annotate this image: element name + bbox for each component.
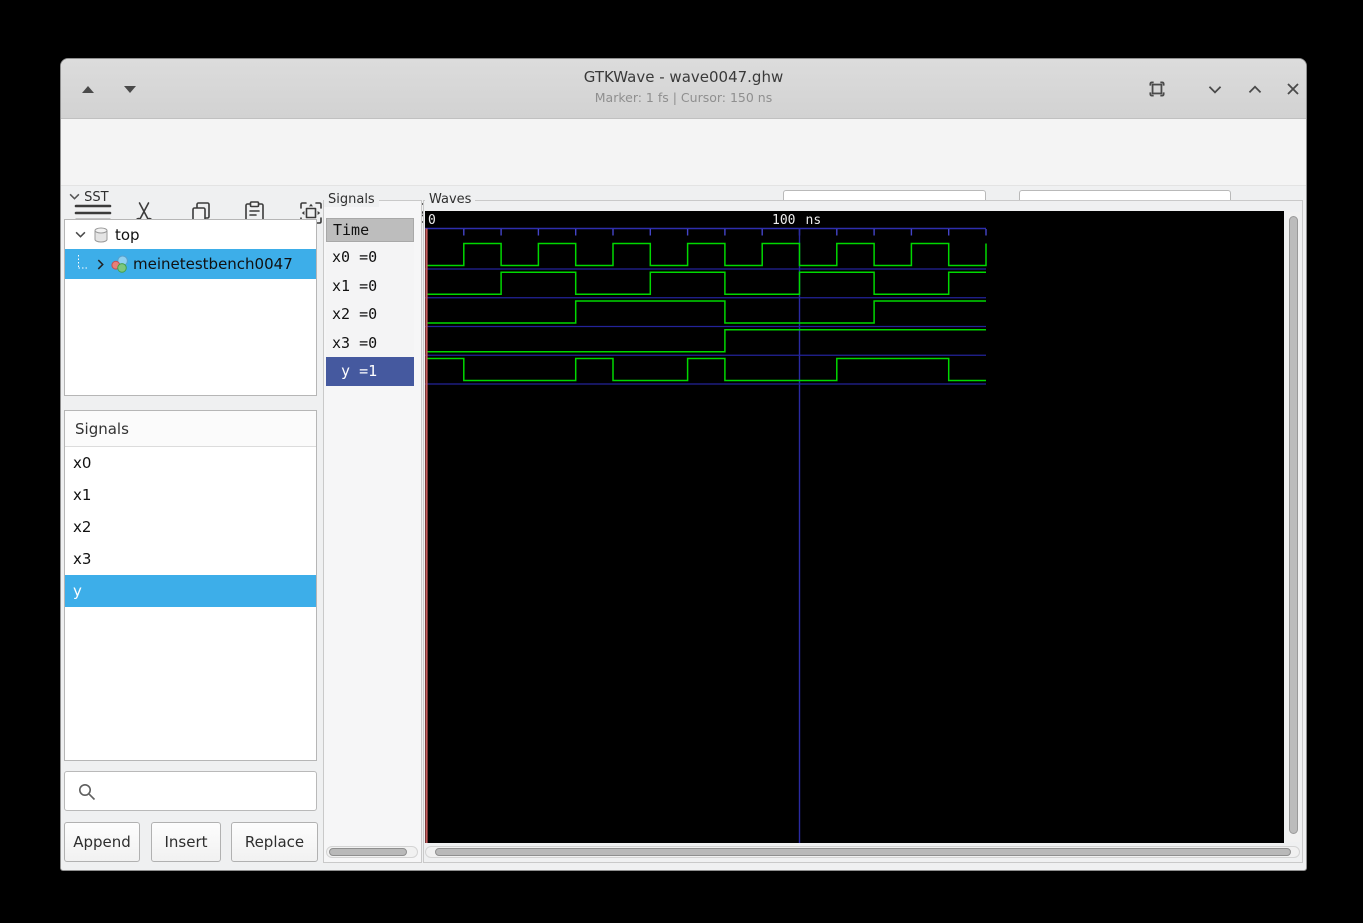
tree-item-label: top	[115, 225, 140, 244]
facility-list-header[interactable]: Signals	[65, 411, 316, 447]
list-item[interactable]: x1	[65, 479, 316, 511]
insert-button[interactable]: Insert	[151, 822, 221, 862]
expander-down-icon[interactable]	[75, 230, 86, 239]
tree-connector	[78, 255, 88, 269]
keep-above-button[interactable]	[1147, 79, 1167, 99]
gtkwave-window: GTKWave - wave0047.ghw Marker: 1 fs | Cu…	[60, 58, 1307, 871]
search-input[interactable]	[99, 773, 309, 809]
list-item[interactable]: x0	[65, 447, 316, 479]
minimize-button[interactable]	[1205, 79, 1225, 99]
signal-row-x3[interactable]: x3 =0	[326, 328, 414, 357]
timeline-label-100: 100	[772, 213, 795, 228]
wave-trace-x2	[426, 300, 986, 324]
database-icon	[94, 227, 108, 242]
sst-header[interactable]: SST	[65, 190, 113, 205]
wave-trace-y	[426, 357, 986, 382]
wave-trace-x0	[426, 242, 987, 267]
signals-hscrollbar[interactable]	[326, 846, 418, 858]
waves-frame-label: Waves	[425, 192, 476, 207]
tree-item-label: meinetestbench0047	[133, 255, 293, 273]
signals-hscroll-thumb[interactable]	[329, 848, 407, 856]
signal-facility-list: Signals x0 x1 x2 x3 y	[64, 410, 317, 761]
list-item[interactable]: x2	[65, 511, 316, 543]
titlebar[interactable]: GTKWave - wave0047.ghw Marker: 1 fs | Cu…	[61, 59, 1306, 119]
wave-canvas[interactable]: 0 100 ns	[425, 211, 1284, 843]
append-button[interactable]: Append	[64, 822, 140, 862]
time-column-header[interactable]: Time	[326, 218, 414, 242]
signal-row-y-selected[interactable]: y =1	[326, 357, 414, 386]
tree-item-testbench[interactable]: meinetestbench0047	[65, 249, 316, 279]
maximize-button[interactable]	[1245, 79, 1265, 99]
list-item-selected[interactable]: y	[65, 575, 316, 607]
sst-tree: top meinetestbench0047	[64, 219, 317, 396]
waves-hscroll-thumb[interactable]	[435, 848, 1291, 856]
timeline-label-0: 0	[428, 213, 436, 228]
module-icon	[111, 255, 128, 273]
list-item[interactable]: x3	[65, 543, 316, 575]
replace-button[interactable]: Replace	[231, 822, 318, 862]
window-title: GTKWave - wave0047.ghw	[583, 68, 784, 86]
wave-trace-x3	[426, 329, 986, 353]
signal-search[interactable]	[64, 771, 317, 811]
signal-row-x1[interactable]: x1 =0	[326, 271, 414, 300]
timeline-unit: ns	[806, 213, 822, 228]
close-button[interactable]	[1283, 79, 1303, 99]
signal-row-x2[interactable]: x2 =0	[326, 300, 414, 329]
tree-item-top[interactable]: top	[65, 220, 316, 249]
signals-frame-label: Signals	[324, 192, 379, 207]
expander-right-icon[interactable]	[96, 259, 105, 270]
waves-vscrollbar[interactable]	[1287, 212, 1300, 842]
toolbar: From: To:	[61, 119, 1306, 235]
waves-hscrollbar[interactable]	[425, 846, 1300, 858]
chevron-down-icon	[1208, 86, 1222, 94]
waves-vscroll-thumb[interactable]	[1289, 216, 1298, 834]
chevron-up-icon	[1248, 85, 1262, 93]
wave-trace-x1	[426, 271, 986, 295]
marker-cursor-status: Marker: 1 fs | Cursor: 150 ns	[594, 90, 773, 105]
expander-down-icon	[69, 193, 80, 200]
keep-above-icon	[1149, 81, 1165, 97]
search-icon	[79, 784, 96, 801]
signal-row-x0[interactable]: x0 =0	[326, 243, 414, 272]
close-icon	[1287, 83, 1299, 95]
